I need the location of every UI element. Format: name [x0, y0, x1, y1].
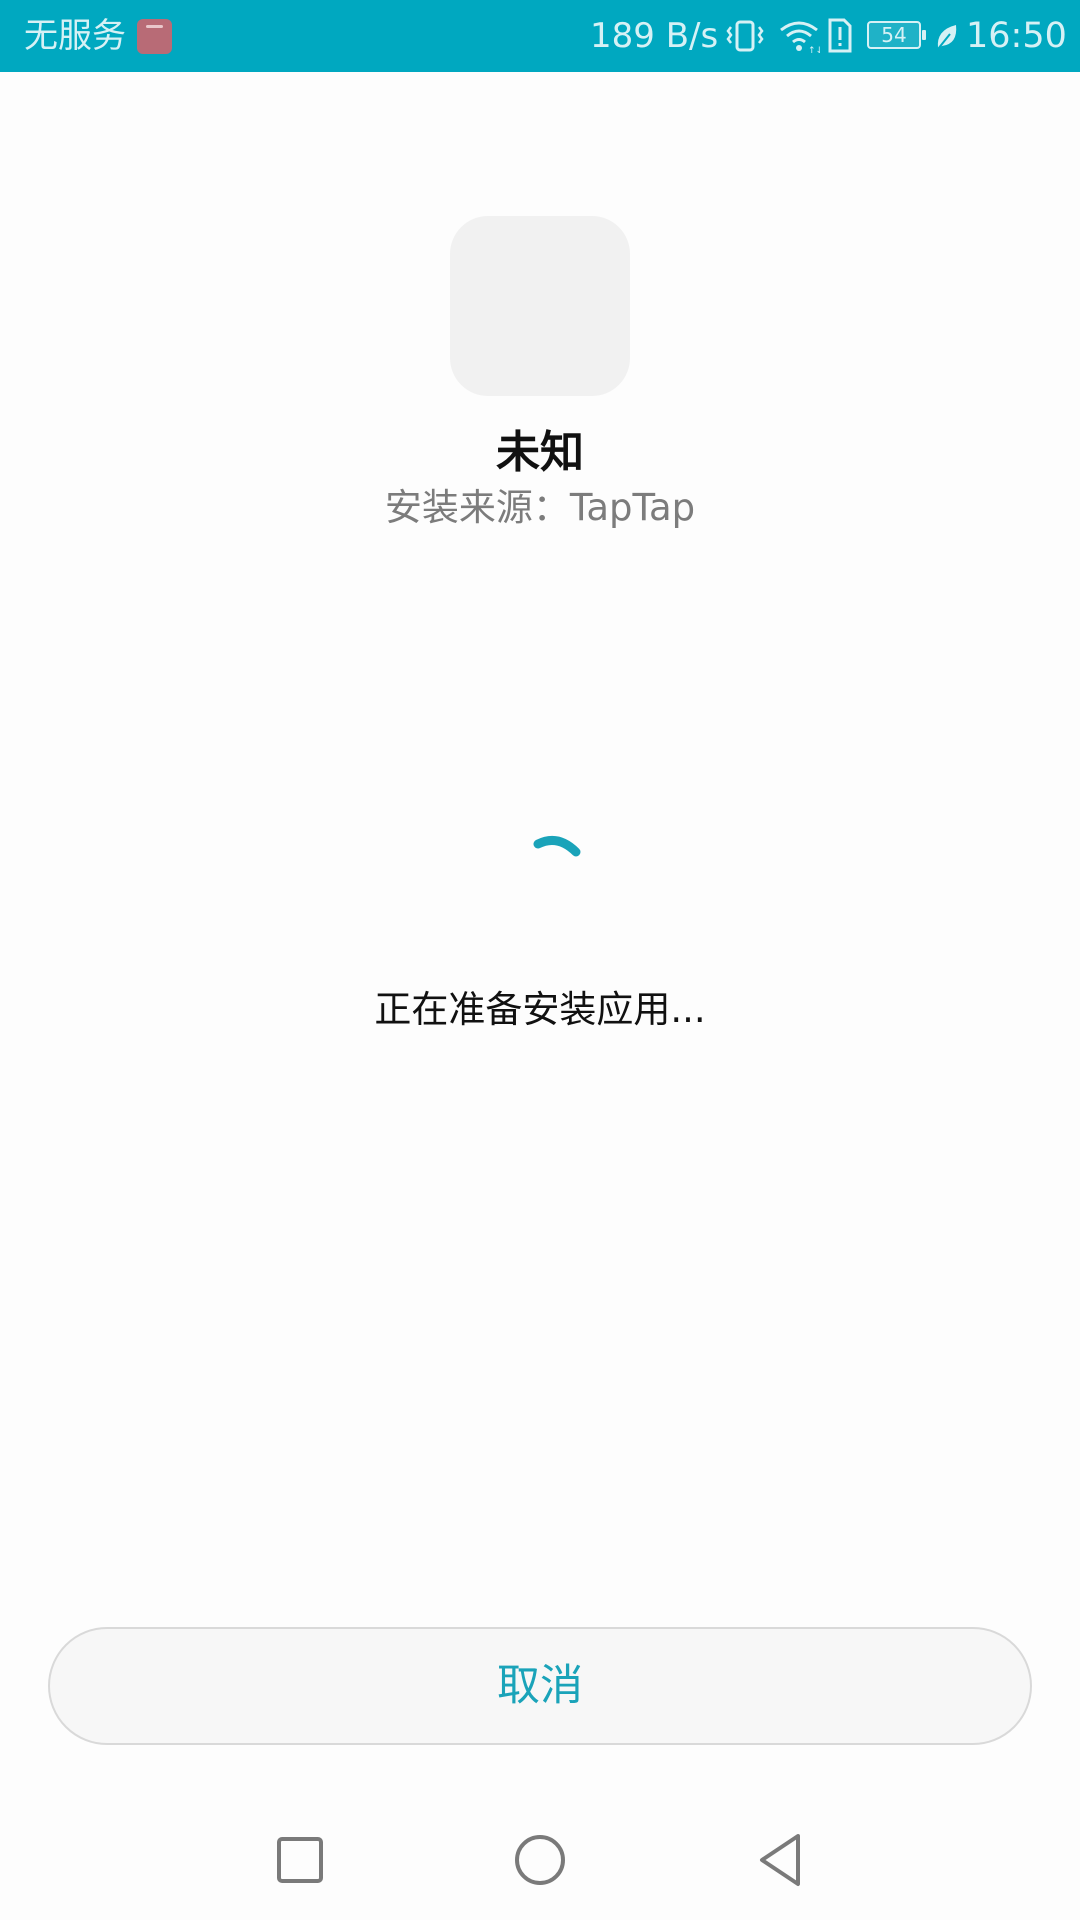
app-placeholder-icon [450, 216, 630, 396]
svg-text:↑↓: ↑↓ [808, 46, 820, 54]
wifi-icon: ↑↓ [780, 21, 820, 54]
network-speed: 189 B/s [590, 16, 719, 56]
navigation-bar [0, 1800, 1080, 1920]
circle-home-icon[interactable] [510, 1830, 570, 1890]
install-source-label: 安装来源：TapTap [384, 486, 696, 529]
clock: 16:50 [966, 16, 1067, 56]
loading-spinner [533, 835, 581, 857]
carrier-label: 无服务 [24, 16, 126, 56]
leaf-icon [937, 25, 957, 50]
package-installer-screen: 无服务 189 B/s ↑↓ 54 16:50 未知 安装来源：TapTap 正… [0, 0, 1080, 1920]
status-bar: 无服务 189 B/s ↑↓ 54 16:50 [0, 0, 1080, 72]
huawei-appgallery-icon [137, 19, 172, 54]
triangle-back-icon[interactable] [750, 1830, 810, 1890]
battery-level: 54 [881, 23, 907, 47]
preparing-install-message: 正在准备安装应用... [374, 988, 706, 1031]
vibrate-icon [726, 20, 764, 52]
square-recent-apps-icon[interactable] [270, 1830, 330, 1890]
app-name: 未知 [496, 427, 584, 478]
cancel-button[interactable]: 取消 [48, 1627, 1032, 1745]
battery-icon: 54 [867, 21, 926, 49]
sim-alert-icon [828, 18, 852, 53]
